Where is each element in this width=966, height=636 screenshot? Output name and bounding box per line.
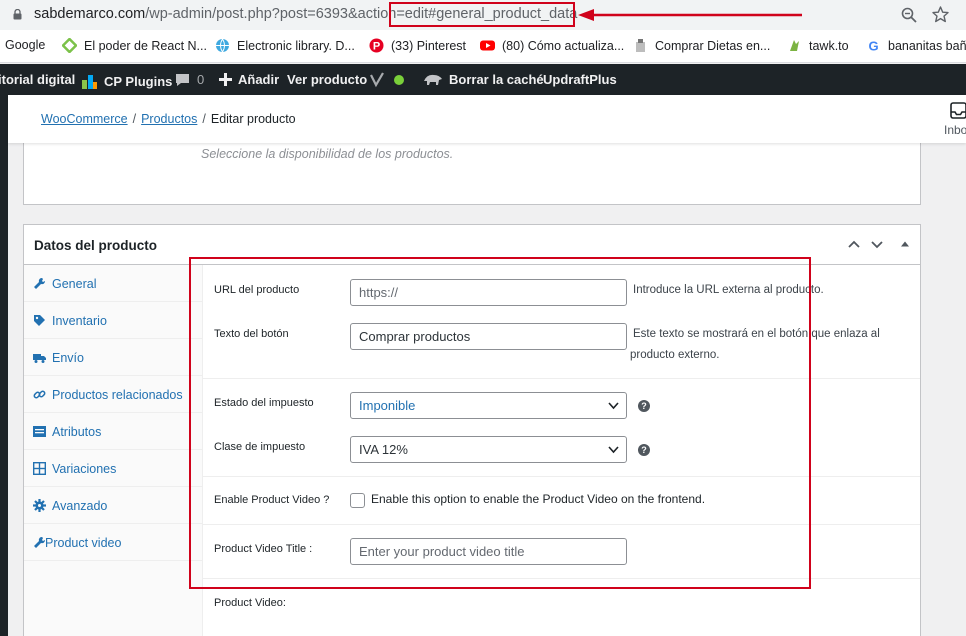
adminbar-cp-plugins-label: CP Plugins [104, 73, 173, 89]
breadcrumb-current: Editar producto [210, 112, 296, 126]
bookmark-label: El poder de React N... [84, 38, 207, 53]
bookmark-label: Comprar Dietas en... [655, 38, 771, 53]
adminbar-add-new[interactable]: Añadir [219, 72, 279, 87]
inbox-icon [950, 102, 966, 119]
breadcrumb-products-link[interactable]: Productos [141, 112, 197, 126]
bookmark-label: Google [5, 38, 46, 52]
truck-icon [33, 354, 46, 363]
bookmark-electronic-library[interactable]: Electronic library. D... [215, 38, 355, 53]
tab-avanzado[interactable]: Avanzado [24, 487, 203, 524]
inbox-label: Inbo [944, 123, 966, 137]
lock-icon [13, 9, 22, 20]
list-icon [33, 426, 46, 437]
youtube-icon [480, 40, 495, 51]
adminbar-cp-plugins[interactable]: CP Plugins [80, 72, 172, 90]
product-video-label: Product Video: [214, 597, 286, 609]
adminbar-updraftplus[interactable]: UpdraftPlus [543, 72, 617, 87]
bookmark-label: tawk.to [809, 38, 849, 53]
tawk-icon [790, 40, 799, 51]
tab-label: Inventario [52, 314, 107, 328]
cp-plugins-icon [82, 75, 97, 89]
tab-label: Avanzado [52, 499, 108, 513]
wp-admin-bar: itorial digital CP Plugins 0 Añadir Ver … [0, 64, 966, 95]
bookmark-react[interactable]: El poder de React N... [62, 38, 207, 53]
breadcrumb-separator: / [132, 112, 137, 126]
breadcrumb-separator: / [202, 112, 206, 126]
woocommerce-header: WooCommerce / Productos / Editar producto In… [8, 95, 966, 143]
diet-icon [636, 39, 645, 52]
browser-url-bar[interactable]: sabdemarco.com/wp-admin/post.php?post=63… [0, 0, 966, 30]
adminbar-updraftplus-label: UpdraftPlus [543, 72, 617, 87]
adminbar-clear-cache-label: Borrar la caché [449, 72, 544, 87]
adminbar-site-name[interactable]: itorial digital [0, 72, 75, 87]
bookmark-tawk[interactable]: tawk.to [787, 38, 849, 53]
url-highlight-annotation [389, 2, 575, 27]
tag-icon [34, 315, 45, 326]
star-icon[interactable] [932, 6, 949, 23]
bookmark-label: Electronic library. D... [237, 38, 355, 53]
chevron-up-icon[interactable] [846, 236, 862, 252]
bookmark-pinterest[interactable]: P (33) Pinterest [369, 38, 466, 53]
gear-icon [33, 499, 46, 512]
adminbar-view-product-label: Ver producto [287, 72, 368, 87]
admin-menu-edge [0, 95, 8, 636]
bookmark-bananitas[interactable]: G bananitas baña [866, 38, 966, 54]
tab-label: Productos relacionados [52, 388, 183, 402]
globe-icon [216, 38, 229, 53]
plus-icon [219, 73, 232, 86]
svg-text:G: G [868, 39, 878, 54]
tab-general[interactable]: General [24, 265, 203, 302]
tab-variaciones[interactable]: Variaciones [24, 450, 203, 487]
inbox-button[interactable]: Inbo [944, 102, 966, 138]
cheetah-icon [424, 74, 442, 85]
link-icon [33, 390, 46, 399]
tab-label: Variaciones [52, 462, 117, 476]
breadcrumb: WooCommerce / Productos / Editar producto [41, 112, 296, 126]
bookmark-google[interactable]: Google [5, 38, 45, 52]
bookmark-label: (33) Pinterest [391, 38, 467, 53]
adminbar-view-product[interactable]: Ver producto [287, 72, 367, 87]
google-icon: G [868, 39, 878, 54]
adminbar-clear-cache[interactable]: Borrar la caché [423, 72, 544, 87]
tab-label: Envío [52, 351, 84, 365]
tab-envio[interactable]: Envío [24, 339, 203, 376]
breadcrumb-woocommerce-link[interactable]: WooCommerce [41, 112, 128, 126]
chevron-down-icon[interactable] [869, 236, 885, 252]
product-data-title: Datos del producto [34, 238, 158, 253]
tab-label: General [52, 277, 97, 291]
highlight-annotation-box [189, 257, 811, 589]
collapse-triangle-icon[interactable] [897, 236, 913, 252]
bookmarks-bar: Google El poder de React N... Electronic… [0, 30, 966, 63]
tab-atributos[interactable]: Atributos [24, 413, 203, 450]
status-dot-icon [394, 75, 404, 85]
availability-description: Seleccione la disponibilidad de los prod… [201, 147, 454, 161]
wrench-icon [34, 277, 46, 289]
url-host: sabdemarco.com [34, 6, 146, 22]
adminbar-comments[interactable]: 0 [175, 72, 204, 87]
zoom-icon[interactable] [901, 7, 917, 23]
adminbar-add-new-label: Añadir [238, 72, 280, 87]
tab-label: Atributos [52, 425, 102, 439]
yoast-icon [370, 72, 384, 88]
tab-product-video[interactable]: Product video [24, 524, 203, 561]
comments-count: 0 [197, 72, 205, 87]
product-data-tabs: General Inventario Envío Productos relac… [24, 265, 203, 636]
comment-icon [176, 73, 189, 86]
tab-inventario[interactable]: Inventario [24, 302, 203, 339]
svg-text:P: P [373, 41, 380, 53]
tab-label: Product video [45, 536, 122, 550]
adminbar-site-label: itorial digital [0, 72, 76, 87]
bookmark-dietas[interactable]: Comprar Dietas en... [633, 38, 770, 53]
bookmark-label: bananitas baña [888, 38, 966, 53]
tab-productos-relacionados[interactable]: Productos relacionados [24, 376, 203, 413]
react-diamond-icon [62, 38, 77, 53]
adminbar-yoast[interactable] [369, 72, 404, 88]
bookmark-youtube[interactable]: (80) Cómo actualiza... [480, 38, 624, 53]
grid-icon [33, 462, 46, 475]
pinterest-icon: P [369, 38, 384, 53]
bookmark-label: (80) Cómo actualiza... [502, 38, 625, 53]
arrow-annotation-icon [578, 9, 802, 21]
